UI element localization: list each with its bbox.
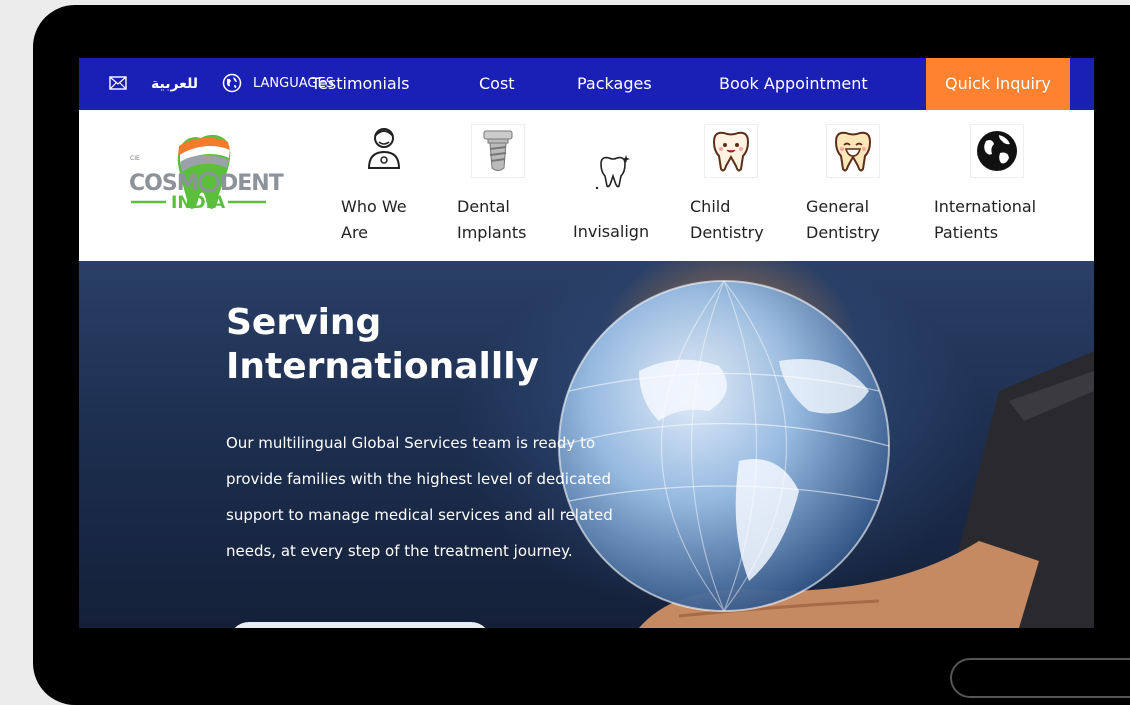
main-menu-bar: CIE COSM DENT INDIA Who We Are Dental Im… <box>79 110 1094 261</box>
quick-inquiry-button[interactable]: Quick Inquiry <box>926 58 1070 110</box>
svg-text:INDIA: INDIA <box>171 193 226 213</box>
top-bar: للعربية LANGUAGES Testimonials Cost Pack… <box>79 58 1094 110</box>
arabic-language-link[interactable]: للعربية <box>151 58 198 110</box>
menu-dental-implants[interactable]: Dental Implants <box>457 110 557 261</box>
mail-icon[interactable] <box>109 58 127 110</box>
menu-international-patients[interactable]: International Patients <box>934 110 1059 261</box>
nav-testimonials[interactable]: Testimonials <box>311 58 410 110</box>
menu-invisalign[interactable]: Invisalign <box>573 110 673 261</box>
child-tooth-icon <box>704 124 758 178</box>
device-bezel-outline <box>950 658 1130 698</box>
svg-text:DENT: DENT <box>220 171 284 196</box>
cosmodent-logo[interactable]: CIE COSM DENT INDIA <box>116 124 286 234</box>
menu-label: Who We Are <box>341 197 407 242</box>
nav-cost[interactable]: Cost <box>479 58 515 110</box>
sparkling-tooth-icon <box>593 152 647 206</box>
dentist-person-icon <box>357 122 411 176</box>
menu-child-dentistry[interactable]: Child Dentistry <box>690 110 790 261</box>
menu-who-we-are[interactable]: Who We Are <box>341 110 441 261</box>
menu-general-dentistry[interactable]: General Dentistry <box>806 110 906 261</box>
dental-implant-icon <box>471 124 525 178</box>
hero-banner: Serving Internationallly Our multilingua… <box>79 261 1094 628</box>
nav-book-appointment[interactable]: Book Appointment <box>719 58 868 110</box>
website-screen: للعربية LANGUAGES Testimonials Cost Pack… <box>79 58 1094 628</box>
svg-text:CIE: CIE <box>130 155 140 162</box>
hero-description: Our multilingual Global Services team is… <box>226 434 613 560</box>
nav-packages[interactable]: Packages <box>577 58 652 110</box>
menu-label: Child Dentistry <box>690 197 764 242</box>
hero-title: Serving Internationallly <box>226 302 540 387</box>
globe-icon <box>970 124 1024 178</box>
hero-cta-button[interactable] <box>229 622 491 628</box>
menu-label: Dental Implants <box>457 197 527 242</box>
menu-label: Invisalign <box>573 222 650 241</box>
globe-icon[interactable] <box>222 58 242 110</box>
menu-label: International Patients <box>934 197 1037 242</box>
smiling-tooth-icon <box>826 124 880 178</box>
menu-label: General Dentistry <box>806 197 880 242</box>
